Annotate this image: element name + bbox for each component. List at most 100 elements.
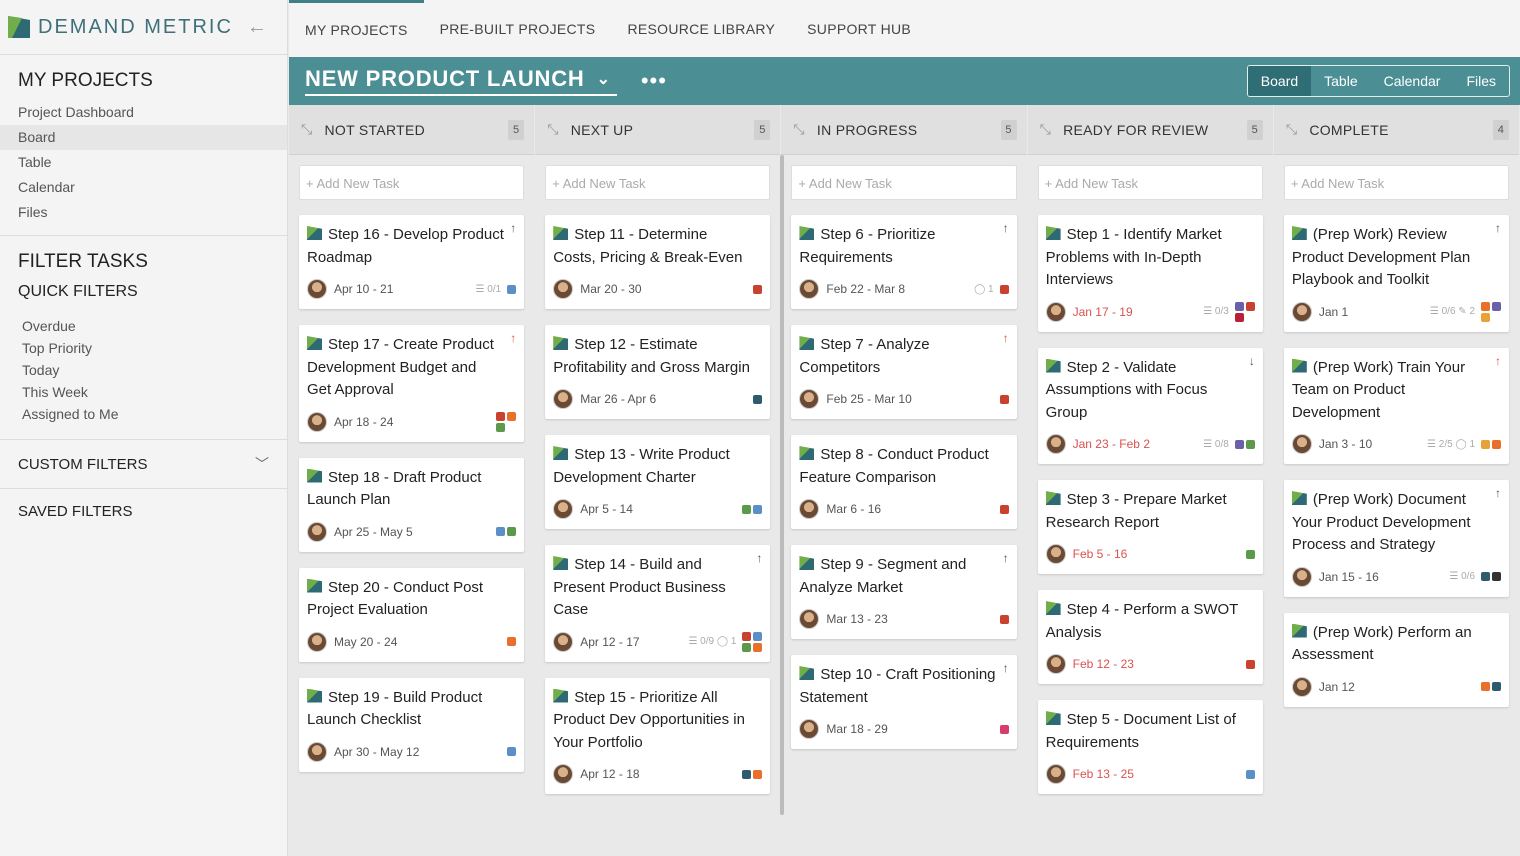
add-task-input[interactable]: + Add New Task — [545, 165, 771, 200]
assignee-avatar[interactable] — [1045, 654, 1066, 674]
custom-filters-toggle[interactable]: CUSTOM FILTERS ﹀ — [0, 440, 287, 488]
task-card[interactable]: ↑ Step 14 - Build and Present Product Bu… — [545, 545, 771, 662]
task-card[interactable]: ↑ Step 9 - Segment and Analyze Market Ma… — [791, 545, 1017, 639]
task-title-row: Step 12 - Estimate Profitability and Gro… — [553, 334, 762, 379]
sidebar-link-board[interactable]: Board — [0, 125, 287, 150]
task-card[interactable]: ↑ (Prep Work) Review Product Development… — [1283, 215, 1510, 332]
task-card[interactable]: Step 13 - Write Product Development Char… — [545, 435, 771, 529]
task-card[interactable]: Step 18 - Draft Product Launch Plan Apr … — [299, 457, 525, 552]
task-card[interactable]: Step 12 - Estimate Profitability and Gro… — [545, 325, 771, 419]
task-card[interactable]: Step 11 - Determine Costs, Pricing & Bre… — [545, 215, 771, 309]
label-tag — [496, 527, 506, 536]
label-tags — [753, 284, 763, 294]
assignee-avatar[interactable] — [799, 279, 820, 299]
pin-icon[interactable]: ⤡ — [547, 121, 559, 138]
assignee-avatar[interactable] — [1291, 566, 1312, 587]
view-files[interactable]: Files — [1453, 66, 1509, 96]
assignee-avatar[interactable] — [1291, 434, 1312, 454]
assignee-avatar[interactable] — [307, 411, 327, 432]
filter-assigned-to-me[interactable]: Assigned to Me — [0, 403, 287, 425]
assignee-avatar[interactable] — [1045, 764, 1066, 784]
column-header[interactable]: ⤡ COMPLETE 4 — [1273, 105, 1520, 155]
assignee-avatar[interactable] — [1045, 434, 1066, 454]
filter-top-priority[interactable]: Top Priority — [0, 337, 287, 359]
task-type-icon — [1045, 226, 1061, 240]
assignee-avatar[interactable] — [553, 764, 574, 784]
assignee-avatar[interactable] — [307, 279, 327, 299]
task-card[interactable]: (Prep Work) Perform an Assessment Jan 12 — [1283, 612, 1510, 707]
task-card[interactable]: Step 1 - Identify Market Problems with I… — [1037, 215, 1263, 332]
task-card[interactable]: ↑ Step 6 - Prioritize Requirements Feb 2… — [791, 215, 1017, 309]
assignee-avatar[interactable] — [553, 389, 574, 409]
pin-icon[interactable]: ⤡ — [793, 121, 805, 138]
task-dates: Apr 5 - 14 — [580, 502, 633, 516]
nav-support-hub[interactable]: SUPPORT HUB — [791, 0, 927, 57]
column-body: + Add New Task Step 11 - Determine Costs… — [535, 155, 780, 820]
pin-icon[interactable]: ⤡ — [1286, 121, 1298, 138]
task-card[interactable]: Step 8 - Conduct Product Feature Compari… — [791, 435, 1017, 529]
nav-my-projects[interactable]: MY PROJECTS — [289, 0, 424, 57]
label-tag — [999, 284, 1009, 294]
collapse-arrow-icon[interactable]: ← — [247, 16, 267, 39]
label-tag — [1234, 301, 1244, 311]
view-board[interactable]: Board — [1247, 66, 1312, 96]
add-task-input[interactable]: + Add New Task — [299, 165, 525, 200]
task-title-row: (Prep Work) Document Your Product Develo… — [1291, 489, 1501, 557]
task-card[interactable]: Step 15 - Prioritize All Product Dev Opp… — [545, 677, 771, 794]
task-card[interactable]: ↑ (Prep Work) Document Your Product Deve… — [1283, 480, 1510, 597]
assignee-avatar[interactable] — [1291, 301, 1312, 322]
filter-overdue[interactable]: Overdue — [0, 315, 287, 337]
add-task-input[interactable]: + Add New Task — [1283, 165, 1510, 200]
more-options-icon[interactable]: ••• — [641, 68, 667, 94]
kanban-board: ⤡ NOT STARTED 5 + Add New Task ↑ Step 16… — [289, 105, 1520, 856]
task-card[interactable]: ↑ Step 7 - Analyze Competitors Feb 25 - … — [791, 325, 1017, 419]
task-card[interactable]: ↑ (Prep Work) Train Your Team on Product… — [1283, 347, 1510, 464]
assignee-avatar[interactable] — [553, 631, 574, 652]
task-card[interactable]: Step 5 - Document List of Requirements F… — [1037, 700, 1263, 794]
assignee-avatar[interactable] — [1045, 544, 1066, 564]
nav-resource-library[interactable]: RESOURCE LIBRARY — [611, 0, 791, 57]
sidebar-link-calendar[interactable]: Calendar — [0, 175, 287, 200]
add-task-input[interactable]: + Add New Task — [791, 165, 1017, 200]
task-card[interactable]: Step 20 - Conduct Post Project Evaluatio… — [299, 567, 525, 662]
task-card[interactable]: ↑ Step 17 - Create Product Development B… — [299, 325, 525, 442]
nav-pre-built-projects[interactable]: PRE-BUILT PROJECTS — [424, 0, 612, 57]
assignee-avatar[interactable] — [307, 741, 327, 762]
assignee-avatar[interactable] — [799, 499, 820, 519]
sidebar-link-table[interactable]: Table — [0, 150, 287, 175]
task-card[interactable]: ↓ Step 2 - Validate Assumptions with Foc… — [1037, 347, 1263, 464]
saved-filters-toggle[interactable]: SAVED FILTERS — [0, 489, 287, 534]
task-card[interactable]: ↑ Step 16 - Develop Product Roadmap Apr … — [299, 215, 525, 309]
column-header[interactable]: ⤡ NOT STARTED 5 — [289, 105, 535, 155]
assignee-avatar[interactable] — [553, 279, 574, 299]
assignee-avatar[interactable] — [1045, 301, 1066, 322]
task-card[interactable]: ↑ Step 10 - Craft Positioning Statement … — [791, 655, 1017, 749]
task-card[interactable]: Step 4 - Perform a SWOT Analysis Feb 12 … — [1037, 590, 1263, 684]
sidebar-link-files[interactable]: Files — [0, 200, 287, 225]
assignee-avatar[interactable] — [799, 389, 820, 409]
assignee-avatar[interactable] — [307, 631, 327, 652]
assignee-avatar[interactable] — [553, 499, 574, 519]
assignee-avatar[interactable] — [307, 521, 327, 542]
task-card[interactable]: Step 19 - Build Product Launch Checklist… — [299, 677, 525, 772]
assignee-avatar[interactable] — [799, 609, 820, 629]
add-task-input[interactable]: + Add New Task — [1037, 165, 1263, 200]
label-tag — [1481, 572, 1491, 581]
filter-this-week[interactable]: This Week — [0, 381, 287, 403]
column-header[interactable]: ⤡ READY FOR REVIEW 5 — [1027, 105, 1273, 155]
sidebar-link-dashboard[interactable]: Project Dashboard — [0, 100, 287, 125]
pin-icon[interactable]: ⤡ — [1040, 121, 1052, 138]
view-calendar[interactable]: Calendar — [1371, 66, 1454, 96]
column-header[interactable]: ⤡ NEXT UP 5 — [535, 105, 781, 155]
pin-icon[interactable]: ⤡ — [301, 121, 313, 138]
my-projects-heading: MY PROJECTS — [18, 70, 153, 91]
assignee-avatar[interactable] — [799, 719, 820, 739]
project-title-dropdown[interactable]: NEW PRODUCT LAUNCH ⌄ — [305, 66, 617, 96]
column-count-badge: 5 — [1000, 119, 1017, 140]
task-card[interactable]: Step 3 - Prepare Market Research Report … — [1037, 480, 1263, 574]
assignee-avatar[interactable] — [1291, 676, 1312, 697]
column-header[interactable]: ⤡ IN PROGRESS 5 — [781, 105, 1027, 155]
filter-today[interactable]: Today — [0, 359, 287, 381]
brand-logo[interactable]: DEMAND METRIC ← — [0, 0, 287, 55]
view-table[interactable]: Table — [1311, 66, 1370, 96]
